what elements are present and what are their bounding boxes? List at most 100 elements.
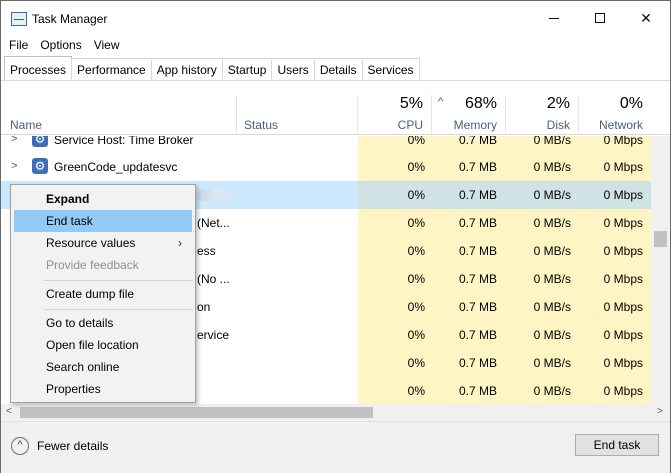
- tab-processes[interactable]: Processes: [4, 56, 73, 80]
- memory-value: 0.7 MB: [458, 188, 497, 202]
- title-bar[interactable]: Task Manager ✕: [1, 1, 670, 35]
- disk-value: 0 MB/s: [533, 136, 571, 147]
- disk-value: 0 MB/s: [533, 384, 571, 398]
- tab-performance[interactable]: Performance: [71, 58, 152, 80]
- memory-label: Memory: [453, 118, 497, 132]
- header-cpu[interactable]: 5% CPU: [357, 81, 431, 135]
- process-name-fragment: ervice: [197, 328, 230, 342]
- table-row[interactable]: > ⚙ GreenCode_updatesvc 0% 0.7 MB 0 MB/s 0 Mbp…: [1, 153, 651, 181]
- header-disk[interactable]: 2% Disk: [505, 81, 578, 135]
- horizontal-scroll-thumb[interactable]: [20, 407, 373, 418]
- memory-total-percent: 68%: [464, 95, 497, 112]
- menu-search-online[interactable]: Search online: [14, 356, 192, 378]
- minimize-button[interactable]: [531, 1, 577, 35]
- header-status[interactable]: Status: [244, 118, 278, 132]
- menu-end-task[interactable]: End task: [14, 210, 192, 232]
- menu-view[interactable]: View: [90, 36, 124, 56]
- memory-value: 0.7 MB: [458, 244, 497, 258]
- maximize-icon: [595, 13, 605, 23]
- process-name-fragment: (Net...: [197, 216, 230, 230]
- context-menu: Expand End task Resource values › Provid…: [10, 184, 196, 403]
- disk-value: 0 MB/s: [533, 272, 571, 286]
- network-value: 0 Mbps: [603, 328, 643, 342]
- vertical-scroll-thumb[interactable]: [654, 231, 667, 247]
- end-task-button[interactable]: End task: [575, 434, 659, 456]
- memory-value: 0.7 MB: [458, 384, 497, 398]
- header-memory[interactable]: 68% Memory: [431, 81, 505, 135]
- menu-options[interactable]: Options: [36, 36, 85, 56]
- tab-startup[interactable]: Startup: [221, 58, 273, 80]
- tab-app-history[interactable]: App history: [150, 58, 223, 80]
- table-row[interactable]: > ⚙ Service Host: Time Broker 0% 0.7 MB 0 MB/…: [1, 136, 651, 154]
- menu-file[interactable]: File: [5, 36, 32, 56]
- close-button[interactable]: ✕: [623, 1, 669, 35]
- header-divider: [236, 95, 237, 135]
- scroll-right-icon[interactable]: >: [657, 406, 663, 417]
- process-name-fragment: (No ...: [197, 272, 230, 286]
- tab-services[interactable]: Services: [361, 58, 420, 80]
- menu-bar: File Options View: [1, 36, 124, 56]
- network-value: 0 Mbps: [603, 216, 643, 230]
- network-value: 0 Mbps: [603, 160, 643, 174]
- footer-bar: ^ Fewer details End task: [1, 421, 670, 473]
- menu-separator: [43, 309, 193, 310]
- network-value: 0 Mbps: [603, 244, 643, 258]
- disk-value: 0 MB/s: [533, 328, 571, 342]
- header-network[interactable]: 0% Network: [578, 81, 651, 135]
- disk-value: 0 MB/s: [533, 216, 571, 230]
- process-name: GreenCode_updatesvc: [54, 160, 178, 174]
- memory-value: 0.7 MB: [458, 160, 497, 174]
- expand-row-icon[interactable]: >: [11, 136, 17, 145]
- header-name[interactable]: Name: [10, 118, 42, 132]
- memory-value: 0.7 MB: [458, 328, 497, 342]
- menu-open-file-location[interactable]: Open file location: [14, 334, 192, 356]
- process-name-fragment: ess: [197, 244, 216, 258]
- memory-value: 0.7 MB: [458, 216, 497, 230]
- network-value: 0 Mbps: [603, 356, 643, 370]
- column-header: Name Status 5% CPU ^ 68% Memory 2% Disk …: [1, 81, 670, 135]
- network-label: Network: [598, 118, 643, 132]
- cpu-value: 0%: [407, 384, 425, 398]
- scroll-left-icon[interactable]: <: [6, 406, 12, 417]
- tab-details[interactable]: Details: [313, 58, 363, 80]
- disk-value: 0 MB/s: [533, 300, 571, 314]
- menu-expand[interactable]: Expand: [14, 188, 192, 210]
- vertical-scrollbar[interactable]: [651, 136, 670, 404]
- disk-label: Disk: [546, 118, 570, 132]
- cpu-value: 0%: [407, 328, 425, 342]
- cpu-value: 0%: [407, 136, 425, 147]
- cpu-value: 0%: [407, 188, 425, 202]
- service-gear-icon: ⚙: [32, 158, 48, 174]
- tab-users[interactable]: Users: [271, 58, 315, 80]
- menu-resource-values[interactable]: Resource values ›: [14, 232, 192, 254]
- blurred-process-name: [197, 189, 237, 201]
- cpu-value: 0%: [407, 216, 425, 230]
- memory-value: 0.7 MB: [458, 356, 497, 370]
- window-title: Task Manager: [32, 12, 108, 26]
- disk-value: 0 MB/s: [533, 160, 571, 174]
- memory-value: 0.7 MB: [458, 136, 497, 147]
- cpu-total-percent: 5%: [399, 95, 423, 112]
- disk-value: 0 MB/s: [533, 188, 571, 202]
- disk-value: 0 MB/s: [533, 244, 571, 258]
- network-value: 0 Mbps: [603, 384, 643, 398]
- cpu-value: 0%: [407, 272, 425, 286]
- menu-create-dump-file[interactable]: Create dump file: [14, 283, 192, 305]
- cpu-value: 0%: [407, 160, 425, 174]
- menu-separator: [43, 280, 193, 281]
- menu-go-to-details[interactable]: Go to details: [14, 312, 192, 334]
- minimize-icon: [549, 17, 559, 19]
- horizontal-scrollbar[interactable]: < >: [1, 404, 670, 421]
- service-gear-icon: ⚙: [32, 136, 48, 147]
- menu-provide-feedback: Provide feedback: [46, 258, 139, 272]
- network-total-percent: 0%: [619, 95, 643, 112]
- expand-row-icon[interactable]: >: [11, 160, 17, 172]
- menu-properties[interactable]: Properties: [14, 378, 192, 400]
- chevron-up-circle-icon[interactable]: ^: [11, 437, 29, 455]
- network-value: 0 Mbps: [603, 136, 643, 147]
- fewer-details-link[interactable]: Fewer details: [37, 439, 108, 453]
- maximize-button[interactable]: [577, 1, 623, 35]
- network-value: 0 Mbps: [603, 300, 643, 314]
- chevron-right-icon: ›: [178, 236, 182, 250]
- tab-strip: Processes Performance App history Startu…: [4, 56, 420, 80]
